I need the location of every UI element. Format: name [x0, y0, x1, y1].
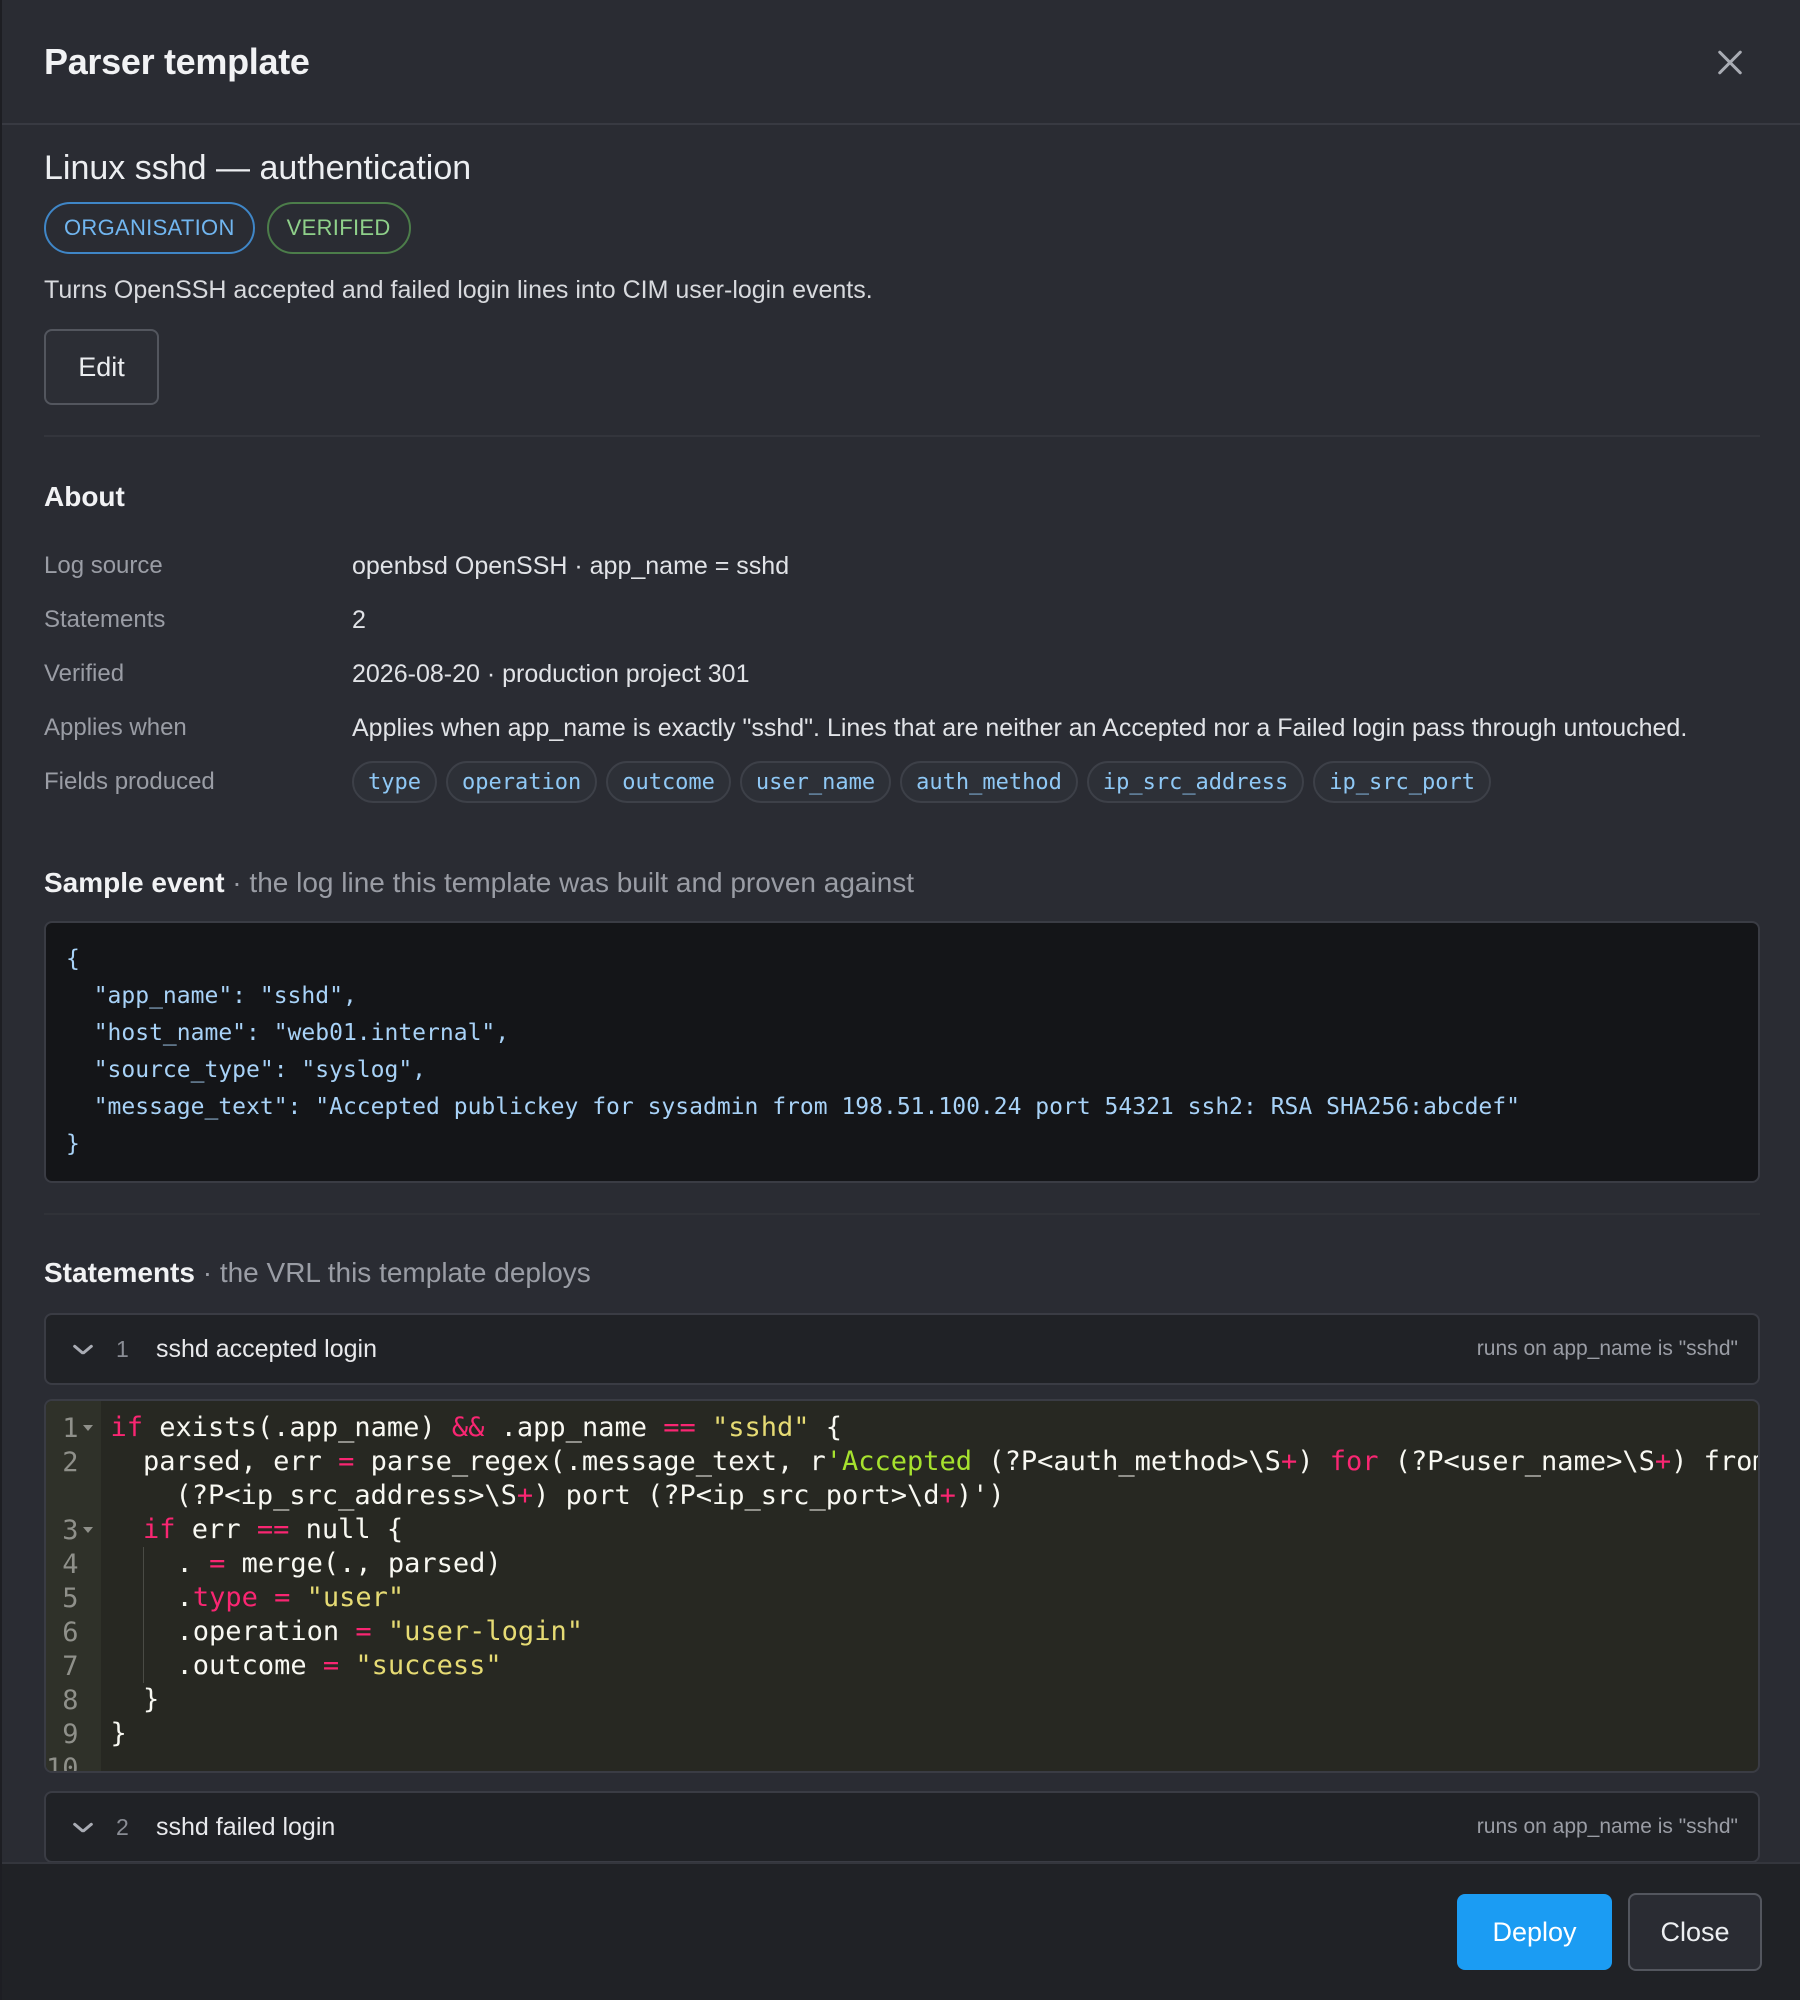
line-number: 1 [46, 1411, 101, 1445]
field-chip: ip_src_address [1086, 761, 1305, 803]
line-number: 6 [62, 1616, 79, 1648]
field-chip: type [352, 761, 437, 803]
code-line: (?P<ip_src_address>\S+) port (?P<ip_src_… [110, 1480, 1005, 1511]
code-line: .type = "user" [143, 1581, 405, 1615]
about-heading: About [44, 481, 125, 512]
parser-template-modal: Parser template Linux sshd — authenticat… [0, 0, 1800, 2000]
close-button[interactable]: Close [1628, 1893, 1762, 1971]
chevron-down-icon[interactable] [72, 1338, 94, 1360]
field-chip: operation [445, 761, 598, 803]
line-number: 5 [62, 1582, 79, 1614]
modal-body[interactable]: Linux sshd — authentication ORGANISATION… [2, 127, 1800, 1862]
sample-event-subtitle: · the log line this template was built a… [224, 867, 915, 898]
about-value: 2026-08-20 · production project 301 [352, 659, 750, 688]
line-number: 3 [46, 1513, 101, 1547]
line-number-gutter: 1 2 3 4 5 6 7 8 9 10 [46, 1401, 101, 1771]
about-key: Statements [44, 606, 166, 633]
sample-line: "source_type": "syslog", [66, 1057, 427, 1083]
edit-button[interactable]: Edit [44, 329, 159, 405]
chevron-down-icon[interactable] [72, 1816, 94, 1838]
about-value: Applies when app_name is exactly "sshd".… [352, 713, 1688, 742]
about-key: Applies when [44, 714, 187, 741]
verified-badge: VERIFIED [266, 202, 411, 254]
modal-header: Parser template [2, 0, 1800, 125]
line-number: 10 [46, 1752, 79, 1773]
line-number: 7 [62, 1650, 79, 1682]
statement-title: sshd failed login [156, 1812, 336, 1841]
code-line: .operation = "user-login" [143, 1615, 583, 1649]
line-number: 2 [62, 1446, 79, 1478]
about-row-log-source: Log source openbsd OpenSSH · app_name = … [44, 539, 1760, 593]
code-content[interactable]: if exists(.app_name) && .app_name == "ss… [101, 1401, 1760, 1771]
field-chip: outcome [606, 761, 731, 803]
statement-header-2[interactable]: 2 sshd failed login runs on app_name is … [44, 1791, 1760, 1862]
about-row-verified: Verified 2026-08-20 · production project… [44, 647, 1760, 701]
code-line: if exists(.app_name) && .app_name == "ss… [110, 1412, 843, 1443]
about-row-fields-produced: Fields produced type operation outcome u… [44, 755, 1760, 809]
deploy-button[interactable]: Deploy [1457, 1894, 1612, 1970]
statements-subtitle: · the VRL this template deploys [194, 1257, 591, 1288]
code-editor[interactable]: 1 2 3 4 5 6 7 8 9 10 if exists(.app_name… [44, 1399, 1760, 1773]
template-name: Linux sshd — authentication [44, 149, 472, 187]
code-line: if err == null { [143, 1514, 404, 1545]
about-details: Log source openbsd OpenSSH · app_name = … [44, 539, 1760, 809]
about-key: Verified [44, 660, 125, 687]
template-description: Turns OpenSSH accepted and failed login … [44, 276, 873, 304]
line-number: 8 [62, 1684, 79, 1716]
line-number [46, 1479, 101, 1513]
code-line: } [110, 1684, 160, 1715]
code-line: . = merge(., parsed) [143, 1547, 502, 1581]
sample-line: { [66, 946, 80, 972]
close-icon[interactable] [1710, 42, 1750, 82]
badge-row: ORGANISATION VERIFIED [44, 202, 1760, 254]
about-value: openbsd OpenSSH · app_name = sshd [352, 551, 790, 580]
line-number: 9 [62, 1718, 79, 1750]
code-line: .outcome = "success" [143, 1649, 502, 1683]
line-number: 4 [62, 1548, 79, 1580]
divider [44, 1213, 1760, 1215]
modal-footer: Deploy Close [2, 1862, 1800, 2000]
field-chip: auth_method [900, 761, 1078, 803]
statement-runs-on: runs on app_name is "sshd" [1476, 1815, 1738, 1838]
statement-runs-on: runs on app_name is "sshd" [1476, 1337, 1738, 1360]
about-row-applies-when: Applies when Applies when app_name is ex… [44, 701, 1760, 755]
about-row-statements: Statements 2 [44, 593, 1760, 647]
about-value: 2 [352, 605, 366, 634]
divider [44, 435, 1760, 437]
statement-title: sshd accepted login [156, 1334, 377, 1363]
modal-title: Parser template [44, 40, 310, 82]
field-chip: ip_src_port [1313, 761, 1491, 803]
sample-event-heading: Sample event · the log line this templat… [44, 867, 1760, 899]
sample-event-title: Sample event [44, 867, 225, 898]
field-chips: type operation outcome user_name auth_me… [352, 761, 1491, 803]
statement-number: 1 [116, 1335, 129, 1362]
sample-line: } [66, 1131, 80, 1157]
statement-header-1[interactable]: 1 sshd accepted login runs on app_name i… [44, 1313, 1760, 1385]
about-key: Fields produced [44, 768, 215, 795]
organisation-badge: ORGANISATION [44, 202, 255, 254]
about-key: Log source [44, 552, 163, 579]
statement-number: 2 [116, 1813, 129, 1840]
field-chip: user_name [739, 761, 892, 803]
sample-line: "app_name": "sshd", [66, 983, 357, 1009]
code-line: parsed, err = parse_regex(.message_text,… [110, 1446, 1760, 1477]
sample-event-code[interactable]: { "app_name": "sshd", "host_name": "web0… [44, 921, 1760, 1183]
code-line: } [110, 1718, 127, 1749]
statements-heading: Statements · the VRL this template deplo… [44, 1257, 1760, 1289]
sample-line: "message_text": "Accepted publickey for … [66, 1094, 1520, 1120]
statements-title: Statements [44, 1257, 195, 1288]
sample-line: "host_name": "web01.internal", [66, 1020, 510, 1046]
